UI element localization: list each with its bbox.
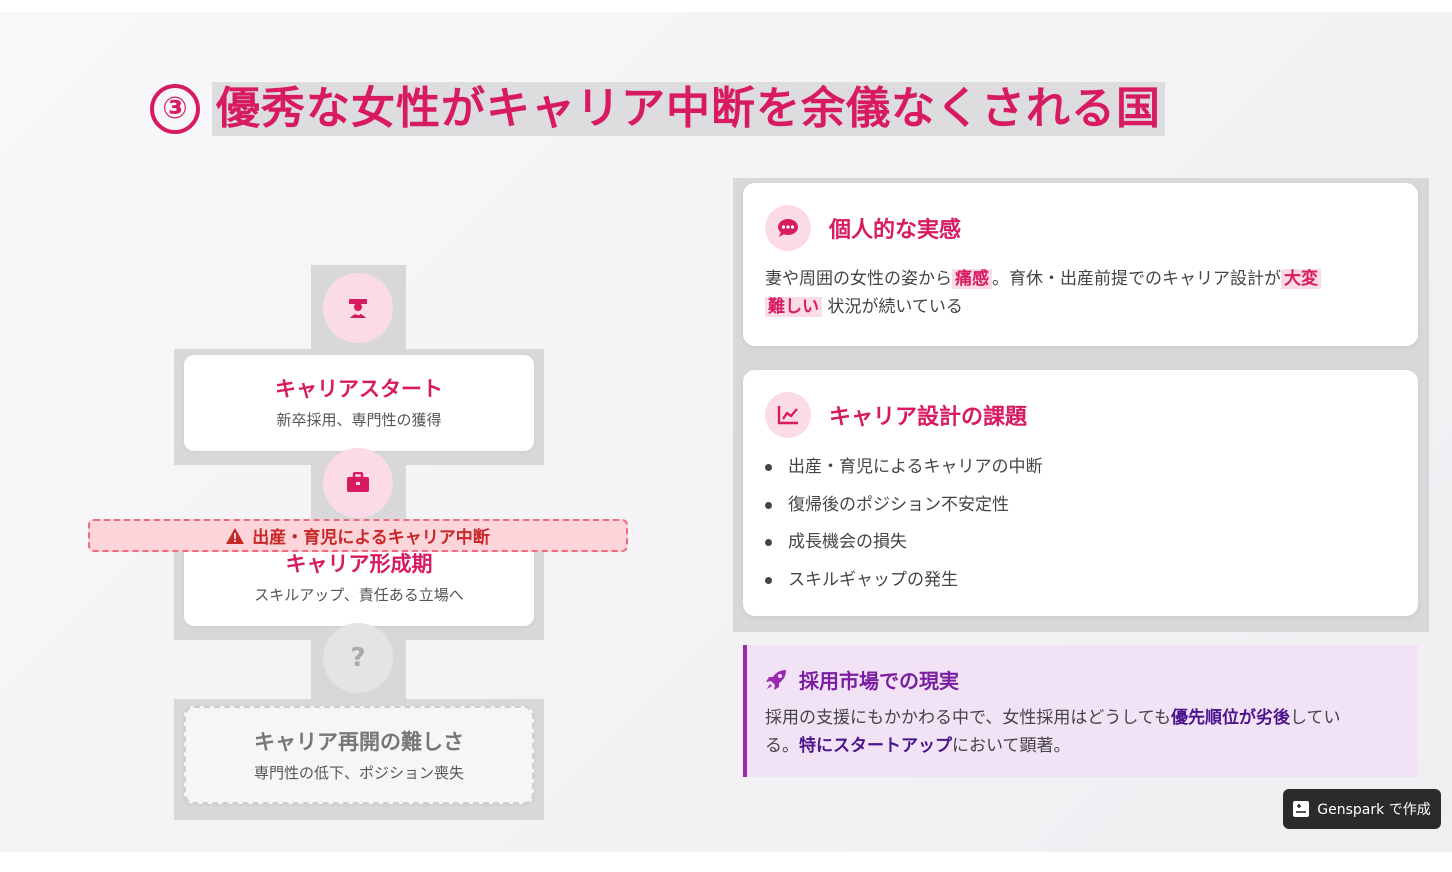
- highlight-text: 大変: [1281, 269, 1321, 289]
- list-item: スキルギャップの発生: [765, 562, 1396, 600]
- warning-icon: [226, 527, 245, 544]
- body-text: 。育休・出産前提でのキャリア設計が: [992, 269, 1281, 289]
- page-title: ③ 優秀な女性がキャリア中断を余儀なくされる国: [150, 74, 1165, 144]
- stage-title: キャリア再開の難しさ: [254, 730, 464, 754]
- hiring-market-card: 採用市場での現実 採用の支援にもかかわる中で、女性採用はどうしても優先順位が劣後…: [743, 645, 1418, 777]
- title-text: 優秀な女性がキャリア中断を余儀なくされる国: [212, 82, 1165, 136]
- list-item-text: 成長機会の損失: [788, 532, 907, 552]
- stage-card-career-restart: キャリア再開の難しさ 専門性の低下、ポジション喪失: [184, 706, 534, 804]
- list-item: 出産・育児によるキャリアの中断: [765, 449, 1396, 487]
- body-text: 採用の支援にもかかわる中で、女性採用はどうしても: [765, 708, 1171, 728]
- list-item: 復帰後のポジション不安定性: [765, 487, 1396, 525]
- body-text: 妻や周囲の女性の姿から: [765, 269, 952, 289]
- stage-card-career-start: キャリアスタート 新卒採用、専門性の獲得: [184, 355, 534, 451]
- body-text: において顕著。: [952, 736, 1071, 756]
- stage-title: キャリアスタート: [275, 377, 443, 401]
- question-mark: ?: [350, 643, 366, 673]
- question-icon: ?: [323, 623, 393, 693]
- genspark-badge[interactable]: Genspark で作成: [1283, 789, 1441, 829]
- personal-feeling-card: 個人的な実感 妻や周囲の女性の姿から 痛感 。育休・出産前提でのキャリア設計が 大変難…: [743, 183, 1418, 346]
- card-title: 採用市場での現実: [799, 669, 959, 693]
- list-item-text: 復帰後のポジション不安定性: [788, 494, 1009, 515]
- stage-subtitle: 専門性の低下、ポジション喪失: [253, 764, 464, 782]
- stage-subtitle: 新卒採用、専門性の獲得: [276, 411, 442, 429]
- stage-subtitle: スキルアップ、責任ある立場へ: [254, 586, 464, 604]
- title-number: ③: [150, 84, 200, 134]
- badge-label: Genspark で作成: [1317, 802, 1431, 818]
- list-item-text: 出産・育児によるキャリアの中断: [788, 457, 1043, 477]
- list-item-text: スキルギャップの発生: [788, 569, 958, 590]
- highlight-text: 痛感: [952, 269, 992, 289]
- card-body: 採用の支援にもかかわる中で、女性採用はどうしても優先順位が劣後している。特にスタ…: [765, 704, 1398, 760]
- body-text: る。: [765, 736, 799, 756]
- warning-banner: 出産・育児によるキャリア中断: [88, 519, 628, 552]
- rocket-icon: [766, 669, 786, 690]
- briefcase-icon: [323, 448, 393, 518]
- genspark-icon: [1293, 801, 1310, 817]
- warning-text: 出産・育児によるキャリア中断: [252, 528, 490, 548]
- card-body: 妻や周囲の女性の姿から 痛感 。育休・出産前提でのキャリア設計が 大変難しい 状況が続…: [765, 265, 1396, 321]
- body-text: 状況が続いている: [827, 297, 963, 317]
- chat-icon: [765, 205, 811, 251]
- slide: ③ 優秀な女性がキャリア中断を余儀なくされる国 キャリアスタート 新卒採用、専門…: [0, 12, 1452, 852]
- body-text: してい: [1289, 708, 1341, 728]
- stage-title: キャリア形成期: [285, 552, 433, 576]
- card-title: キャリア設計の課題: [829, 405, 1028, 430]
- card-title: 個人的な実感: [829, 218, 962, 243]
- bold-text: 特にスタートアップ: [799, 736, 952, 756]
- bold-text: 優先順位が劣後: [1170, 708, 1290, 728]
- list-item: 成長機会の損失: [765, 524, 1396, 562]
- career-issues-card: キャリア設計の課題 出産・育児によるキャリアの中断 復帰後のポジション不安定性 …: [743, 370, 1418, 616]
- line-chart-icon: [765, 392, 811, 438]
- highlight-text: 難しい: [765, 297, 822, 317]
- graduate-icon: [323, 273, 393, 343]
- issues-list: 出産・育児によるキャリアの中断 復帰後のポジション不安定性 成長機会の損失 スキ…: [765, 449, 1396, 599]
